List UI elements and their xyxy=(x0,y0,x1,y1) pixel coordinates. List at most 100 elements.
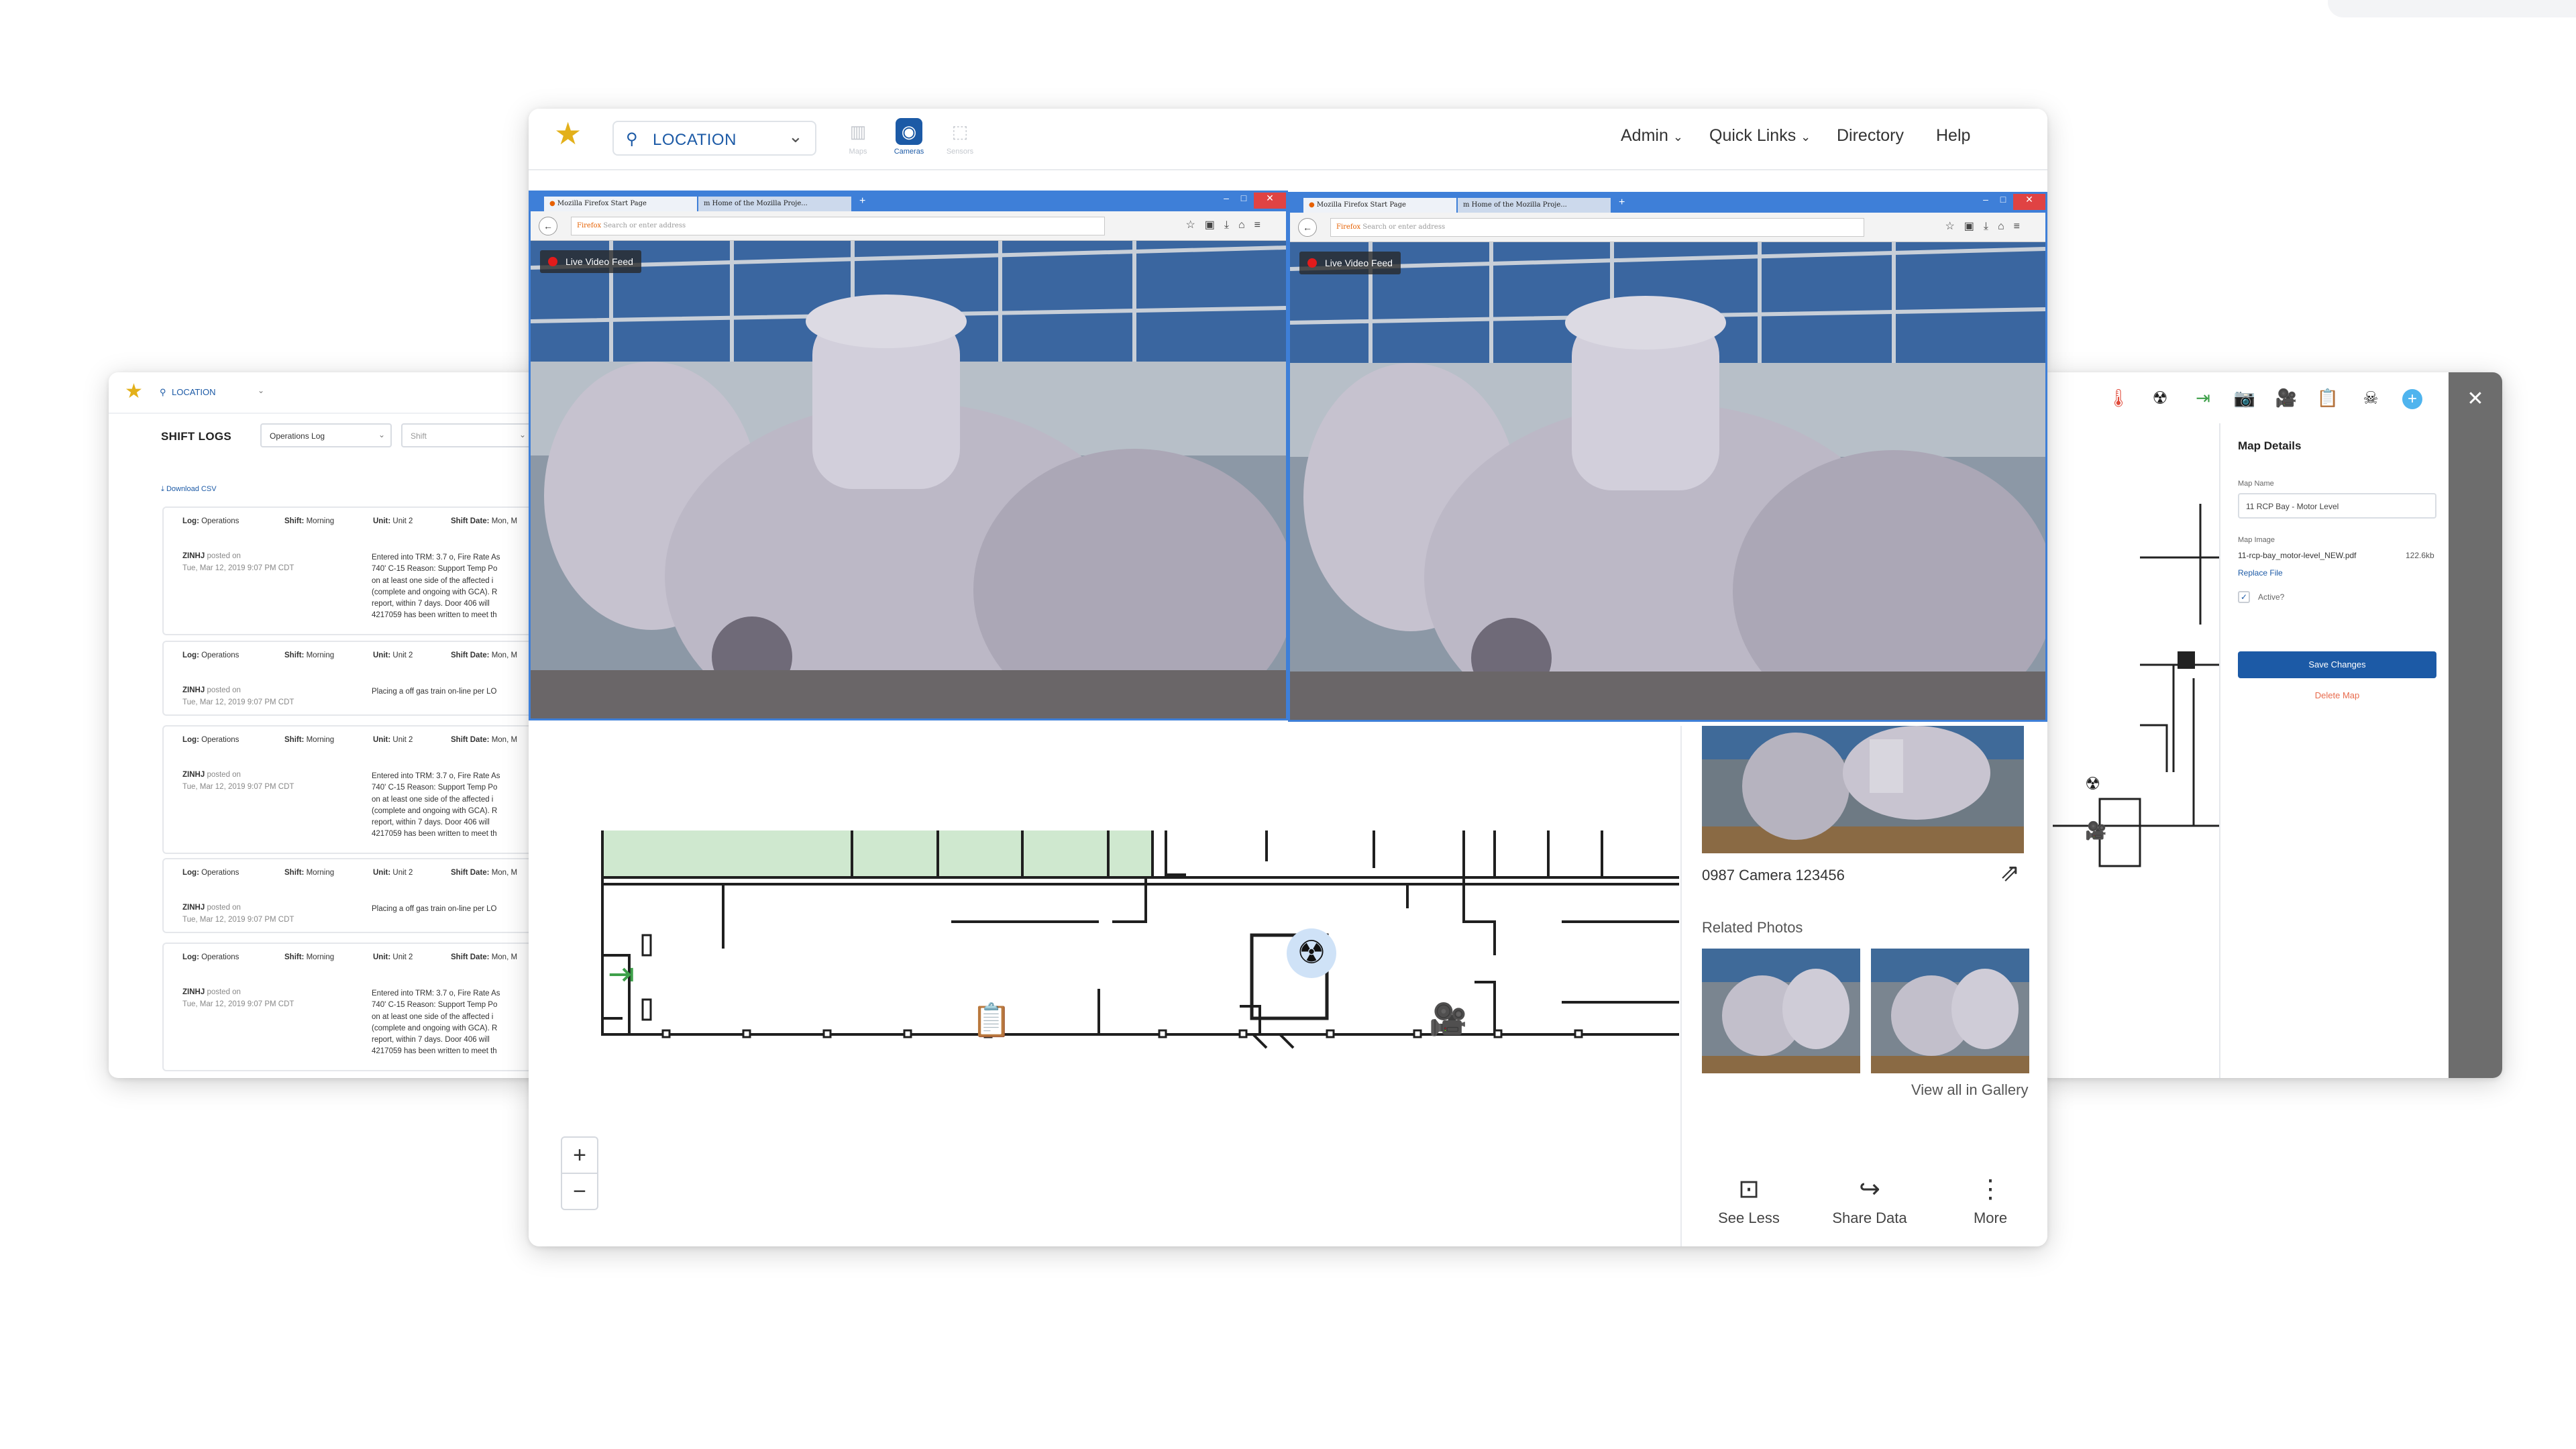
view-gallery-link[interactable]: View all in Gallery xyxy=(1911,1081,2028,1099)
browser-window-live-feed[interactable]: ● Mozilla Firefox Start Page m Home of t… xyxy=(1288,192,2047,722)
posted-label: posted on xyxy=(207,771,241,779)
clipboard-icon[interactable]: 📋 xyxy=(971,1001,1012,1039)
log-type: Log: Operations xyxy=(182,953,239,961)
location-selector[interactable]: ⚲ LOCATION ⌄ xyxy=(612,121,816,156)
tab-cameras-label: Cameras xyxy=(894,148,924,156)
chevron-down-icon[interactable]: ⌄ xyxy=(258,386,264,395)
video-camera-icon[interactable]: 🎥 xyxy=(1429,1001,1467,1038)
active-checkbox[interactable]: ✓ xyxy=(2238,591,2250,603)
log-entry-text: Placing a off gas train on-line per LO xyxy=(372,905,497,913)
share-data-button[interactable]: ↪ Share Data xyxy=(1816,1174,1923,1227)
clipboard-icon[interactable]: 📋 xyxy=(2316,386,2340,410)
author-name: ZINHJ xyxy=(182,686,205,694)
live-video-feed[interactable]: Live Video Feed xyxy=(1290,242,2045,720)
skull-icon[interactable]: ☠ xyxy=(2359,386,2383,410)
shift-value: Morning xyxy=(306,869,335,877)
new-tab-button[interactable]: + xyxy=(859,195,865,207)
browser-tab-title: Mozilla Firefox Start Page xyxy=(557,200,647,207)
camera-snapshot[interactable] xyxy=(1702,726,2024,853)
log-type-value: Operations xyxy=(201,517,239,525)
close-icon[interactable]: ✕ xyxy=(2462,386,2489,413)
zoom-out-button[interactable]: − xyxy=(561,1173,598,1210)
firefox-icon: ● xyxy=(1309,201,1315,209)
tab-cameras[interactable]: ◉ Cameras xyxy=(885,118,932,156)
maximize-button[interactable]: □ xyxy=(1994,194,2012,210)
nav-quick-links[interactable]: Quick Links ⌄ xyxy=(1709,126,1811,146)
save-changes-button[interactable]: Save Changes xyxy=(2238,651,2436,678)
active-label: Active? xyxy=(2258,592,2285,602)
thermometer-icon[interactable]: 🌡 xyxy=(2106,386,2131,410)
video-camera-icon[interactable]: 🎥 xyxy=(2085,820,2106,841)
log-entry-card[interactable]: Log: Operations Shift: Morning Unit: Unit … xyxy=(162,641,545,716)
browser-tab-title: Mozilla Firefox Start Page xyxy=(1316,201,1406,209)
log-entry-card[interactable]: Log: Operations Shift: Morning Unit: Unit … xyxy=(162,725,545,854)
video-camera-icon[interactable]: 🎥 xyxy=(2274,386,2298,410)
live-video-badge: Live Video Feed xyxy=(540,250,641,273)
log-type-value: Operations xyxy=(201,651,239,659)
related-photo[interactable] xyxy=(1702,949,1860,1073)
back-button[interactable]: ← xyxy=(539,217,557,235)
see-less-button[interactable]: ⊡ See Less xyxy=(1695,1174,1803,1227)
close-icon[interactable]: ✕ xyxy=(2013,194,2045,210)
maximize-button[interactable]: □ xyxy=(1235,193,1252,209)
zoom-in-button[interactable]: + xyxy=(561,1136,598,1174)
tab-sensors[interactable]: ⬚ Sensors xyxy=(936,118,983,156)
tab-maps[interactable]: ▥ Maps xyxy=(835,118,881,156)
shift: Shift: Morning xyxy=(284,517,334,525)
timestamp: Tue, Mar 12, 2019 9:07 PM CDT xyxy=(182,783,294,791)
maps-icon: ▥ xyxy=(849,121,867,142)
browser-window-live-feed[interactable]: ● Mozilla Firefox Start Page m Home of t… xyxy=(529,191,1288,720)
shift-select[interactable]: Shift ⌄ xyxy=(401,423,533,447)
exit-icon[interactable]: ⇥ xyxy=(608,955,635,993)
minimize-button[interactable]: – xyxy=(1977,194,1994,210)
radiation-icon[interactable]: ☢ xyxy=(2085,773,2100,794)
log-entry-card[interactable]: Log: Operations Shift: Morning Unit: Unit … xyxy=(162,943,545,1071)
unit-value: Unit 2 xyxy=(392,869,413,877)
address-bar[interactable]: Firefox Search or enter address xyxy=(571,217,1105,235)
radiation-icon[interactable]: ☢ xyxy=(2148,386,2172,410)
shift-date: Shift Date: Mon, M xyxy=(451,517,517,525)
map-name-field[interactable]: 11 RCP Bay - Motor Level xyxy=(2238,493,2436,519)
nav-admin[interactable]: Admin ⌄ xyxy=(1621,126,1683,146)
back-button[interactable]: ← xyxy=(1298,218,1317,237)
star-icon[interactable]: ★ xyxy=(125,382,143,402)
close-icon[interactable]: ✕ xyxy=(1254,193,1286,209)
log-type-select[interactable]: Operations Log ⌄ xyxy=(260,423,392,447)
browser-tab-inactive[interactable]: m Home of the Mozilla Proje... xyxy=(1458,198,1611,213)
nav-directory[interactable]: Directory xyxy=(1837,126,1904,146)
browser-tab-active[interactable]: ● Mozilla Firefox Start Page xyxy=(544,197,697,211)
download-csv-link[interactable]: ⤓ Download CSV xyxy=(161,485,217,494)
browser-tab-inactive[interactable]: m Home of the Mozilla Proje... xyxy=(698,197,851,211)
browser-toolbar: ← Firefox Search or enter address ☆▣⤓⌂≡ xyxy=(1290,213,2045,242)
add-icon[interactable]: + xyxy=(2400,386,2424,410)
star-icon[interactable]: ★ xyxy=(554,118,582,149)
more-button[interactable]: ⋮ More xyxy=(1937,1174,2044,1227)
radiation-icon[interactable]: ☢ xyxy=(1287,928,1336,978)
author: ZINHJ posted on xyxy=(182,988,241,996)
exit-icon[interactable]: ⇥ xyxy=(2191,386,2215,410)
address-bar[interactable]: Firefox Search or enter address xyxy=(1330,218,1864,237)
replace-file-link[interactable]: Replace File xyxy=(2238,568,2283,578)
shift-logs-window: ★ ⚲ LOCATION ⌄ SHIFT LOGS Operations Log… xyxy=(109,372,545,1078)
new-tab-button[interactable]: + xyxy=(1619,197,1625,209)
related-photo[interactable] xyxy=(1871,949,2029,1073)
delete-map-link[interactable]: Delete Map xyxy=(2238,690,2436,700)
log-entry-card[interactable]: Log: Operations Shift: Morning Unit: Unit … xyxy=(162,858,545,933)
browser-tab-active[interactable]: ● Mozilla Firefox Start Page xyxy=(1303,198,1456,213)
external-link-icon[interactable]: ⇗ xyxy=(2000,859,2020,887)
shift: Shift: Morning xyxy=(284,953,334,961)
log-entry-card[interactable]: Log: Operations Shift: Morning Unit: Unit … xyxy=(162,506,545,635)
log-type-label: Log: xyxy=(182,517,199,525)
background-decoration xyxy=(2328,0,2576,17)
log-type: Log: Operations xyxy=(182,869,239,877)
location-selector[interactable]: LOCATION xyxy=(172,387,216,397)
unit: Unit: Unit 2 xyxy=(373,651,413,659)
live-video-feed[interactable]: Live Video Feed xyxy=(531,241,1286,718)
browser-toolbar-icons[interactable]: ☆▣⤓⌂≡ xyxy=(1945,219,2029,233)
file-size: 122.6kb xyxy=(2406,551,2434,560)
browser-toolbar-icons[interactable]: ☆▣⤓⌂≡ xyxy=(1185,218,1270,231)
photo-camera-icon[interactable]: 📷 xyxy=(2233,386,2257,410)
nav-help[interactable]: Help xyxy=(1936,126,1970,146)
live-video-label: Live Video Feed xyxy=(1325,258,1393,268)
minimize-button[interactable]: – xyxy=(1218,193,1235,209)
